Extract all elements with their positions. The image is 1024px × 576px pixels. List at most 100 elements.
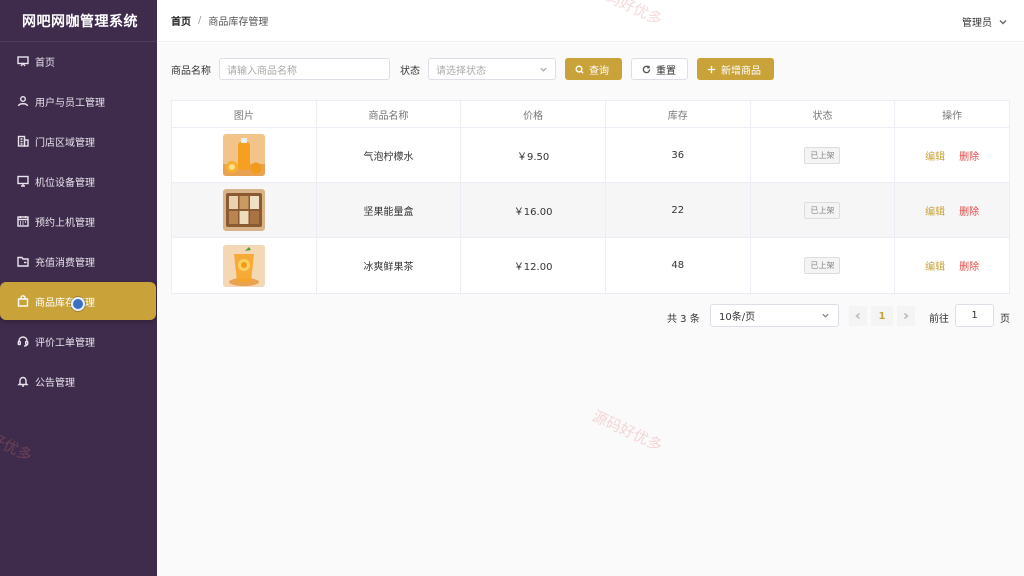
sidebar-item-reservations[interactable]: 预约上机管理 [0,202,157,240]
actions-cell: 编辑 删除 [895,128,1009,182]
user-name: 管理员 [962,18,992,29]
product-image-fruit-tea [222,244,265,287]
sidebar-item-devices[interactable]: 机位设备管理 [0,162,157,200]
query-button[interactable]: 查询 [565,58,622,80]
sidebar-item-label: 用户与员工管理 [35,97,105,109]
pagination: 共 3 条 10条/页 1 前往 1 页 [157,304,1024,328]
image-cell [172,128,317,182]
edit-button[interactable]: 编辑 [925,258,945,273]
chevron-down-icon [540,67,547,72]
user-icon [17,95,29,107]
page-number-current[interactable]: 1 [871,306,893,326]
actions-cell: 编辑 删除 [895,183,1009,237]
pointer-cursor [71,297,85,311]
table-row: 冰爽鲜果茶 ￥12.00 48 已上架 编辑 删除 [172,238,1009,293]
image-cell [172,238,317,293]
product-name: 坚果能量盒 [317,183,462,237]
dashboard-icon [17,55,29,67]
calendar-icon [17,215,29,227]
actions-cell: 编辑 删除 [895,238,1009,293]
sidebar-item-notices[interactable]: 公告管理 [0,362,157,400]
column-header: 图片 [172,101,317,127]
sidebar-item-stores[interactable]: 门店区域管理 [0,122,157,160]
status-cell: 已上架 [751,238,896,293]
product-price: ￥16.00 [461,183,606,237]
sidebar-item-recharge[interactable]: 充值消费管理 [0,242,157,280]
goto-label: 前往 [929,314,949,325]
building-icon [17,135,29,147]
main-content: 商品名称 请输入商品名称 状态 请选择状态 查询 重置 新增商品 图片 商品名称… [157,43,1024,576]
product-name-input[interactable]: 请输入商品名称 [219,58,390,80]
prev-page-button[interactable] [849,306,867,326]
user-menu[interactable]: 管理员 [962,14,1008,29]
product-table: 图片 商品名称 价格 库存 状态 操作 气泡柠檬水 ￥9.50 36 已上架 编… [171,100,1010,294]
image-cell [172,183,317,237]
query-button-label: 查询 [589,65,609,77]
sidebar-item-label: 评价工单管理 [35,337,95,349]
page-size-select[interactable]: 10条/页 [710,304,839,327]
table-header: 图片 商品名称 价格 库存 状态 操作 [172,101,1009,128]
column-header: 商品名称 [317,101,462,127]
sidebar-item-reviews[interactable]: 评价工单管理 [0,322,157,360]
product-price: ￥12.00 [461,238,606,293]
status-badge: 已上架 [804,201,841,219]
add-product-button[interactable]: 新增商品 [697,58,774,80]
column-header: 状态 [751,101,896,127]
status-filter-label: 状态 [400,65,420,77]
sidebar-item-label: 商品库存管理 [35,297,95,309]
product-stock: 36 [606,128,751,182]
delete-button[interactable]: 删除 [959,203,979,218]
chevron-down-icon [822,313,829,318]
product-name-placeholder: 请输入商品名称 [227,65,297,77]
chevron-right-icon [904,312,909,320]
goto-page-input[interactable]: 1 [955,304,994,327]
sidebar-item-label: 门店区域管理 [35,137,95,149]
sidebar-item-label: 机位设备管理 [35,177,95,189]
status-cell: 已上架 [751,183,896,237]
chevron-down-icon [999,19,1007,24]
breadcrumb-separator: / [198,15,202,26]
delete-button[interactable]: 删除 [959,148,979,163]
total-count: 共 3 条 [667,314,700,325]
column-header: 操作 [942,110,963,122]
edit-button[interactable]: 编辑 [925,203,945,218]
delete-button[interactable]: 删除 [959,258,979,273]
folder-icon [17,255,29,267]
app-title: 网吧网咖管理系统 [0,0,157,42]
breadcrumb: 首页 / 商品库存管理 [171,13,268,28]
product-name: 冰爽鲜果茶 [317,238,462,293]
column-header: 价格 [461,101,606,127]
status-badge: 已上架 [804,146,841,164]
next-page-button[interactable] [897,306,915,326]
sidebar-item-home[interactable]: 首页 [0,42,157,80]
sidebar: 网吧网咖管理系统 首页 用户与员工管理 门店区域管理 机位设备管理 预约上机管理… [0,0,157,576]
bell-icon [17,375,29,387]
product-image-lemonade [222,134,265,176]
filter-bar: 商品名称 请输入商品名称 状态 请选择状态 查询 重置 新增商品 [171,57,783,81]
sidebar-item-label: 预约上机管理 [35,217,95,229]
status-cell: 已上架 [751,128,896,182]
sidebar-item-label: 充值消费管理 [35,257,95,269]
chevron-left-icon [855,312,860,320]
sidebar-item-users[interactable]: 用户与员工管理 [0,82,157,120]
bag-icon [17,295,29,307]
sidebar-item-label: 首页 [35,57,55,69]
page-unit-label: 页 [1000,314,1010,325]
status-select[interactable]: 请选择状态 [428,58,556,80]
breadcrumb-current: 商品库存管理 [208,17,269,28]
table-row: 坚果能量盒 ￥16.00 22 已上架 编辑 删除 [172,183,1009,238]
monitor-icon [17,175,29,187]
product-price: ￥9.50 [461,128,606,182]
status-placeholder: 请选择状态 [436,65,486,77]
product-stock: 48 [606,238,751,293]
breadcrumb-home[interactable]: 首页 [171,13,191,28]
plus-icon [707,65,716,73]
top-header: 首页 / 商品库存管理 管理员 [157,0,1024,42]
edit-button[interactable]: 编辑 [925,148,945,163]
page-size-value: 10条/页 [719,312,756,323]
table-row: 气泡柠檬水 ￥9.50 36 已上架 编辑 删除 [172,128,1009,183]
add-product-button-label: 新增商品 [721,65,761,77]
status-badge: 已上架 [804,257,841,274]
reset-button[interactable]: 重置 [631,58,688,80]
product-name: 气泡柠檬水 [317,128,462,182]
